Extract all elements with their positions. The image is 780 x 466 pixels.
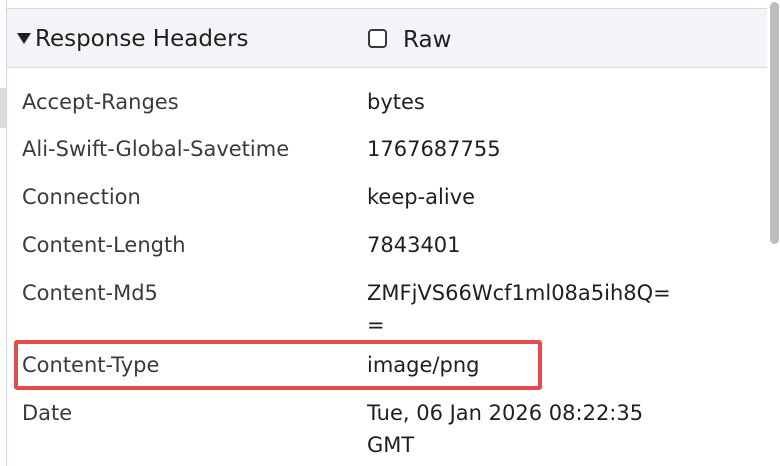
header-value-connection: keep-alive xyxy=(367,185,476,209)
header-value-ali-swift-global-savetime: 1767687755 xyxy=(367,137,501,161)
raw-checkbox-label[interactable]: Raw xyxy=(403,25,451,55)
vertical-scrollbar[interactable] xyxy=(768,0,780,466)
header-name-connection: Connection xyxy=(22,185,141,209)
collapse-triangle-icon[interactable] xyxy=(17,33,31,44)
header-name-accept-ranges: Accept-Ranges xyxy=(22,90,179,114)
scrollbar-thumb[interactable] xyxy=(770,2,779,244)
header-value-accept-ranges: bytes xyxy=(367,90,425,114)
response-headers-section-header[interactable]: Response Headers Raw xyxy=(7,9,767,68)
content-type-highlight-box xyxy=(14,340,542,390)
left-rail xyxy=(0,0,7,466)
header-name-content-length: Content-Length xyxy=(22,233,186,257)
header-name-ali-swift-global-savetime: Ali-Swift-Global-Savetime xyxy=(22,137,290,161)
header-name-date: Date xyxy=(22,401,73,425)
devtools-headers-panel: Response Headers Raw Accept-Ranges bytes… xyxy=(0,0,780,466)
header-name-content-md5: Content-Md5 xyxy=(22,281,158,305)
header-value-content-length: 7843401 xyxy=(367,233,461,257)
header-value-date: Tue, 06 Jan 2026 08:22:35 GMT xyxy=(367,401,644,457)
rail-selection-marker xyxy=(0,88,6,128)
section-title: Response Headers xyxy=(35,26,249,52)
header-value-content-md5: ZMFjVS66Wcf1ml08a5ih8Q== xyxy=(367,281,671,337)
top-divider xyxy=(7,0,767,9)
raw-checkbox[interactable] xyxy=(368,29,387,48)
